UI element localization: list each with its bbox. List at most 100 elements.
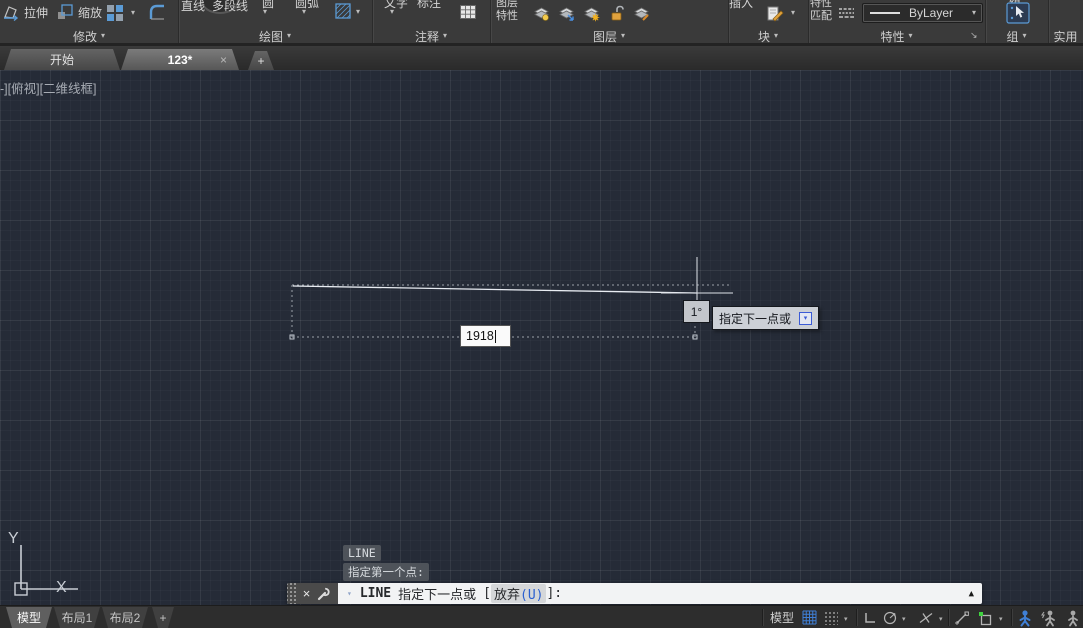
layout2-tab[interactable]: 布局2	[102, 607, 148, 628]
arc-button[interactable]: 圆弧	[295, 0, 319, 11]
hatch-button[interactable]	[334, 2, 352, 20]
table-button[interactable]	[459, 4, 477, 21]
status-bar: 模型 布局1 布局2 + 模型 ▾	[0, 605, 1083, 628]
layer-change-icon	[632, 5, 651, 22]
model-tab[interactable]: 模型	[6, 607, 52, 628]
layer-unlock-icon	[608, 5, 626, 22]
annotation-scale-button[interactable]	[1063, 608, 1083, 627]
bracket-open: [	[483, 586, 491, 601]
panel-label-layers[interactable]: 图层 ▾	[490, 29, 728, 43]
linetype-list-button[interactable]	[838, 6, 855, 20]
panel-label-annotate[interactable]: 注释 ▾	[372, 29, 490, 43]
modify-label: 修改	[73, 28, 97, 45]
panel-label-group[interactable]: 组 ▾	[985, 29, 1048, 43]
drawing-tab-label: 123*	[168, 53, 193, 67]
command-bar-drag-handle[interactable]	[287, 583, 296, 604]
polar-tracking-toggle[interactable]	[881, 608, 899, 627]
isodraft-chevron-down-icon[interactable]: ▾	[939, 615, 943, 623]
customize-wrench-icon[interactable]	[317, 587, 331, 601]
object-snap-toggle[interactable]	[975, 608, 995, 627]
text-button[interactable]: 文字	[384, 0, 408, 11]
layer-on-off-button[interactable]	[532, 5, 551, 22]
close-icon[interactable]: ×	[220, 53, 227, 67]
panel-label-properties[interactable]: 特性 ▾	[808, 29, 985, 43]
linetype-select[interactable]: ByLayer ▾	[862, 3, 983, 23]
model-tab-label: 模型	[17, 609, 41, 626]
stretch-label: 拉伸	[24, 4, 48, 21]
close-icon[interactable]: ×	[303, 587, 311, 600]
tooltip-options-icon[interactable]: ▾	[799, 312, 812, 325]
ortho-toggle[interactable]	[861, 608, 879, 627]
circle-chevron-down-icon[interactable]: ▾	[263, 8, 267, 16]
panel-label-draw[interactable]: 绘图 ▾	[178, 29, 372, 43]
layer-freeze-button[interactable]	[582, 5, 601, 22]
stretch-button[interactable]: 拉伸	[2, 3, 48, 21]
panel-label-block[interactable]: 块 ▾	[728, 29, 808, 43]
snap-toggle[interactable]	[822, 608, 840, 627]
command-history-expand-icon[interactable]: ▲	[969, 589, 974, 599]
dimension-button[interactable]: 标注	[417, 0, 441, 11]
layer-on-off-icon	[532, 5, 551, 22]
scale-icon	[56, 3, 74, 21]
text-chevron-down-icon[interactable]: ▾	[390, 8, 394, 16]
scale-button[interactable]: 缩放	[56, 3, 102, 21]
grid-toggle[interactable]	[799, 608, 819, 627]
linetype-value: ByLayer	[909, 6, 953, 20]
annotation-visibility-toggle[interactable]	[1015, 608, 1035, 627]
panel-label-utilities[interactable]: 实用	[1048, 29, 1083, 43]
arc-chevron-down-icon[interactable]: ▾	[302, 8, 306, 16]
chevron-down-icon: ▾	[909, 32, 913, 40]
new-layout-tab-button[interactable]: +	[152, 607, 174, 628]
array-chevron-down-icon[interactable]: ▾	[131, 9, 135, 17]
properties-dialog-launcher-icon[interactable]: ↘	[970, 30, 978, 41]
layer-freeze-icon	[582, 5, 601, 22]
command-bar: × ▾ LINE 指定下一点或 [ 放弃(U) ]: ▲	[287, 583, 982, 604]
chevron-down-icon: ▾	[101, 32, 105, 40]
file-tab-drawing[interactable]: 123* ×	[121, 49, 239, 70]
command-input[interactable]: ▾ LINE 指定下一点或 [ 放弃(U) ]: ▲	[338, 583, 982, 604]
polar-chevron-down-icon[interactable]: ▾	[902, 615, 906, 623]
plus-icon: +	[257, 54, 264, 68]
snap-chevron-down-icon[interactable]: ▾	[844, 615, 848, 623]
polyline-button[interactable]: 多段线	[212, 0, 248, 14]
layer-properties-button[interactable]: 图层 特性	[492, 0, 522, 23]
layer-make-current-button[interactable]	[557, 5, 576, 22]
line-button[interactable]: 直线	[181, 0, 205, 14]
match-properties-line2: 匹配	[806, 10, 836, 23]
osnap-chevron-down-icon[interactable]: ▾	[999, 615, 1003, 623]
insert-chevron-down-icon[interactable]: ▾	[791, 9, 795, 17]
autocad-window: 拉伸 缩放 ▾ 直线 多段线 圆 ▾	[0, 0, 1083, 628]
layout1-tab[interactable]: 布局1	[54, 607, 100, 628]
panel-label-modify[interactable]: 修改 ▾	[0, 29, 178, 43]
edit-attribute-button[interactable]	[765, 4, 785, 23]
hatch-chevron-down-icon[interactable]: ▾	[356, 8, 360, 16]
dynamic-length-input[interactable]: 1918	[460, 325, 511, 347]
table-icon	[459, 4, 477, 21]
chevron-down-icon: ▾	[804, 315, 808, 322]
model-space-toggle[interactable]: 模型	[766, 608, 798, 627]
isodraft-toggle[interactable]	[916, 608, 936, 627]
text-caret	[495, 330, 496, 343]
new-drawing-tab-button[interactable]: +	[248, 51, 274, 70]
fillet-button[interactable]	[147, 2, 167, 22]
start-tab-label: 开始	[50, 51, 74, 68]
array-button[interactable]	[106, 4, 125, 23]
linetype-icon	[838, 6, 855, 20]
ortho-icon	[863, 611, 877, 625]
recent-commands-chevron-icon[interactable]: ▾	[347, 589, 352, 598]
annotation-autoscale-toggle[interactable]	[1039, 608, 1059, 627]
drawing-canvas[interactable]	[0, 70, 1083, 605]
insert-button[interactable]: 插入	[729, 0, 753, 11]
layer-unlock-button[interactable]	[608, 5, 626, 22]
viewport-controls[interactable]: -][俯视][二维线框]	[0, 78, 97, 97]
group-selection-button[interactable]	[1006, 2, 1030, 24]
layers-label: 图层	[593, 28, 617, 45]
history-prompt: 指定第一个点:	[343, 563, 429, 581]
match-properties-button[interactable]: 特性 匹配	[806, 0, 836, 23]
annotation-visibility-icon	[1016, 609, 1034, 627]
layer-change-button[interactable]	[632, 5, 651, 22]
undo-option[interactable]: 放弃(U)	[491, 584, 547, 603]
file-tab-start[interactable]: 开始	[4, 49, 120, 70]
status-separator	[762, 609, 763, 626]
object-snap-tracking-toggle[interactable]	[953, 608, 971, 627]
